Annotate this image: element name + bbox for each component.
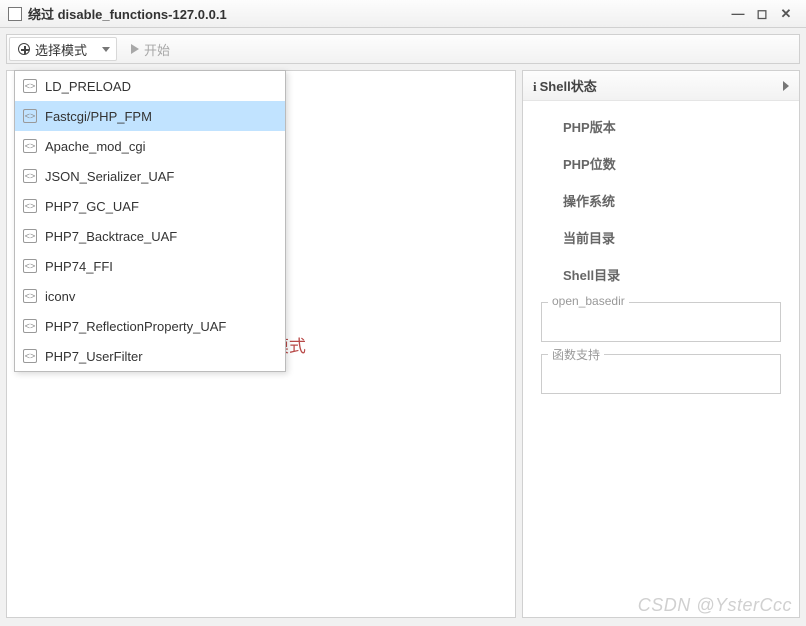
code-icon: <> bbox=[23, 199, 37, 213]
dropdown-item[interactable]: <> PHP7_Backtrace_UAF bbox=[15, 221, 285, 251]
dropdown-item-label: PHP74_FFI bbox=[45, 259, 113, 274]
func-support-fieldset: 函数支持 bbox=[541, 354, 781, 394]
close-button[interactable]: ✕ bbox=[774, 6, 798, 22]
dropdown-item-label: iconv bbox=[45, 289, 75, 304]
app-icon bbox=[8, 7, 22, 21]
watermark: CSDN @YsterCcc bbox=[638, 595, 792, 616]
start-label: 开始 bbox=[144, 40, 170, 59]
dropdown-item[interactable]: <> iconv bbox=[15, 281, 285, 311]
info-row: 操作系统 bbox=[535, 191, 787, 210]
select-mode-label: 选择模式 bbox=[35, 40, 87, 59]
minimize-button[interactable]: — bbox=[726, 6, 750, 21]
dropdown-item-label: Apache_mod_cgi bbox=[45, 139, 145, 154]
dropdown-item-label: JSON_Serializer_UAF bbox=[45, 169, 174, 184]
shell-status-title: iShell状态 bbox=[533, 76, 597, 95]
open-basedir-fieldset: open_basedir bbox=[541, 302, 781, 342]
right-panel-header[interactable]: iShell状态 bbox=[523, 71, 799, 101]
dropdown-item[interactable]: <> PHP7_ReflectionProperty_UAF bbox=[15, 311, 285, 341]
dropdown-item[interactable]: <> LD_PRELOAD bbox=[15, 71, 285, 101]
mode-dropdown-toggle[interactable] bbox=[96, 37, 116, 61]
maximize-button[interactable]: ◻ bbox=[750, 6, 774, 22]
code-icon: <> bbox=[23, 289, 37, 303]
dropdown-item[interactable]: <> Apache_mod_cgi bbox=[15, 131, 285, 161]
dropdown-item[interactable]: <> PHP7_GC_UAF bbox=[15, 191, 285, 221]
fieldset-legend: 函数支持 bbox=[548, 346, 604, 363]
dropdown-item-label: PHP7_Backtrace_UAF bbox=[45, 229, 177, 244]
chevron-right-icon bbox=[783, 81, 789, 91]
dropdown-item-label: PHP7_ReflectionProperty_UAF bbox=[45, 319, 226, 334]
mode-dropdown-menu: <> LD_PRELOAD <> Fastcgi/PHP_FPM <> Apache_mo… bbox=[14, 70, 286, 372]
code-icon: <> bbox=[23, 259, 37, 273]
dropdown-item[interactable]: <> PHP7_UserFilter bbox=[15, 341, 285, 371]
info-icon: i bbox=[533, 79, 537, 94]
start-button[interactable]: 开始 bbox=[123, 37, 178, 61]
fieldset-legend: open_basedir bbox=[548, 294, 629, 308]
code-icon: <> bbox=[23, 319, 37, 333]
right-panel: iShell状态 PHP版本 PHP位数 操作系统 当前目录 Shell目录 o… bbox=[522, 70, 800, 618]
code-icon: <> bbox=[23, 349, 37, 363]
dropdown-item[interactable]: <> Fastcgi/PHP_FPM bbox=[15, 101, 285, 131]
info-row: PHP位数 bbox=[535, 154, 787, 173]
plus-icon bbox=[18, 43, 30, 55]
right-panel-body: PHP版本 PHP位数 操作系统 当前目录 Shell目录 open_based… bbox=[523, 101, 799, 422]
dropdown-item[interactable]: <> PHP74_FFI bbox=[15, 251, 285, 281]
dropdown-item-label: PHP7_GC_UAF bbox=[45, 199, 139, 214]
play-icon bbox=[131, 44, 139, 54]
caret-down-icon bbox=[102, 47, 110, 52]
window-titlebar: 绕过 disable_functions-127.0.0.1 — ◻ ✕ bbox=[0, 0, 806, 28]
dropdown-item-label: Fastcgi/PHP_FPM bbox=[45, 109, 152, 124]
window-title: 绕过 disable_functions-127.0.0.1 bbox=[28, 4, 227, 23]
code-icon: <> bbox=[23, 229, 37, 243]
toolbar: 选择模式 开始 bbox=[6, 34, 800, 64]
code-icon: <> bbox=[23, 139, 37, 153]
info-row: PHP版本 bbox=[535, 117, 787, 136]
dropdown-item-label: LD_PRELOAD bbox=[45, 79, 131, 94]
toolbar-group: 选择模式 bbox=[9, 37, 117, 61]
code-icon: <> bbox=[23, 169, 37, 183]
info-row: 当前目录 bbox=[535, 228, 787, 247]
dropdown-item-label: PHP7_UserFilter bbox=[45, 349, 143, 364]
code-icon: <> bbox=[23, 109, 37, 123]
info-row: Shell目录 bbox=[535, 265, 787, 284]
code-icon: <> bbox=[23, 79, 37, 93]
dropdown-item[interactable]: <> JSON_Serializer_UAF bbox=[15, 161, 285, 191]
select-mode-button[interactable]: 选择模式 bbox=[10, 37, 95, 61]
